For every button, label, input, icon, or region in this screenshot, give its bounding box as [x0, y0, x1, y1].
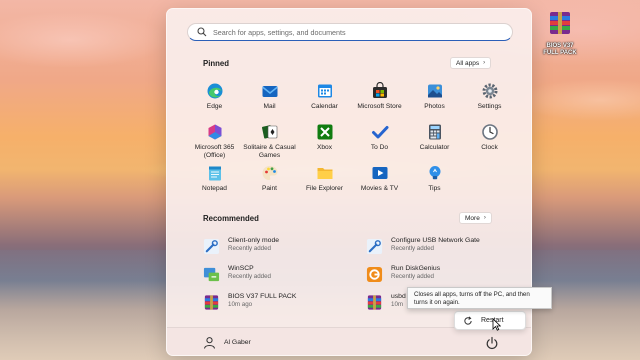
pinned-app-movies-tv[interactable]: Movies & TV: [352, 163, 407, 204]
recommended-item-name: usbd: [391, 293, 406, 300]
recommended-item[interactable]: WinSCP Recently added: [203, 265, 366, 293]
calculator-icon: [428, 124, 441, 140]
pinned-app-xbox[interactable]: Xbox: [297, 122, 352, 163]
start-menu-footer: Al Gaber: [167, 327, 531, 355]
power-icon[interactable]: [485, 336, 499, 350]
winrar-archive-icon: [204, 295, 219, 310]
app-label: Microsoft Store: [357, 103, 402, 110]
solitaire-icon: [261, 125, 277, 139]
pinned-title: Pinned: [203, 59, 229, 68]
pinned-app-edge[interactable]: Edge: [187, 81, 242, 122]
app-label: Calendar: [311, 103, 338, 110]
notepad-icon: [208, 166, 221, 181]
app-label: Microsoft 365 (Office): [194, 144, 235, 159]
recommended-item-name: WinSCP: [228, 265, 254, 272]
pinned-app-calendar[interactable]: Calendar: [297, 81, 352, 122]
recommended-item-sub: Recently added: [228, 245, 271, 252]
search-box[interactable]: [187, 23, 513, 41]
user-account-button[interactable]: Al Gaber: [203, 336, 251, 349]
recommended-item-sub: Recently added: [391, 245, 434, 252]
app-label: Calculator: [419, 144, 450, 151]
winscp-icon: [203, 267, 220, 282]
app-label: To Do: [370, 144, 389, 151]
desktop-icon-bios-pack[interactable]: BIOS V37 FULL PACK: [540, 10, 580, 57]
app-label: File Explorer: [305, 185, 343, 192]
folder-icon: [317, 168, 332, 179]
pinned-app-mail[interactable]: Mail: [242, 81, 297, 122]
lightbulb-icon: [429, 166, 440, 180]
store-icon: [372, 82, 387, 98]
recommended-title: Recommended: [203, 214, 259, 223]
app-label: Edge: [206, 103, 223, 110]
app-label: Movies & TV: [360, 185, 399, 192]
recommended-item[interactable]: Client-only mode Recently added: [203, 237, 366, 265]
diskgenius-icon: [366, 266, 383, 283]
calendar-icon: [317, 84, 332, 98]
more-label: More: [465, 214, 480, 222]
user-avatar-icon: [204, 337, 215, 349]
more-button[interactable]: More ›: [459, 212, 492, 224]
pinned-app-tips[interactable]: Tips: [407, 163, 462, 204]
recommended-item-name: BIOS V37 FULL PACK: [228, 293, 297, 300]
search-icon: [197, 27, 207, 37]
photos-icon: [427, 84, 442, 98]
recommended-item-sub: Recently added: [391, 273, 434, 280]
pinned-app-microsoft-store[interactable]: Microsoft Store: [352, 81, 407, 122]
recommended-item[interactable]: Configure USB Network Gate Recently adde…: [366, 237, 523, 265]
pinned-app-paint[interactable]: Paint: [242, 163, 297, 204]
pinned-app-file-explorer[interactable]: File Explorer: [297, 163, 352, 204]
winrar-archive-icon: [550, 12, 570, 34]
clock-icon: [481, 124, 498, 140]
settings-gear-icon: [482, 83, 497, 99]
restart-icon: [464, 315, 472, 325]
pinned-app-clock[interactable]: Clock: [462, 122, 517, 163]
chevron-right-icon: ›: [483, 215, 486, 221]
mouse-cursor-icon: [492, 318, 501, 331]
settings-tool-icon: [366, 238, 383, 255]
pinned-app-notepad[interactable]: Notepad: [187, 163, 242, 204]
search-input[interactable]: [213, 27, 493, 37]
app-label: Mail: [263, 103, 276, 110]
xbox-icon: [317, 124, 332, 140]
todo-check-icon: [371, 126, 388, 139]
recommended-item-name: Client-only mode: [228, 237, 279, 244]
all-apps-label: All apps: [456, 59, 480, 67]
user-name: Al Gaber: [224, 339, 251, 346]
pinned-app-solitaire[interactable]: Solitaire & Casual Games: [242, 122, 297, 163]
edge-icon: [207, 83, 222, 99]
recommended-item-name: Run DiskGenius: [391, 265, 441, 272]
mail-icon: [261, 86, 278, 97]
pinned-app-photos[interactable]: Photos: [407, 81, 462, 122]
office-icon: [208, 124, 221, 140]
recommended-item-sub: 10m: [391, 301, 404, 308]
recommended-item-name: Configure USB Network Gate: [391, 237, 480, 244]
app-label: Clock: [481, 144, 498, 151]
app-label: Tips: [428, 185, 441, 192]
pinned-apps-grid: Edge Mail Calendar Microsoft Store Photo…: [187, 81, 517, 204]
app-label: Notepad: [202, 185, 227, 192]
chevron-right-icon: ›: [483, 60, 486, 66]
movies-tv-icon: [372, 167, 387, 179]
restart-tooltip: Closes all apps, turns off the PC, and t…: [407, 287, 552, 309]
recommended-item[interactable]: BIOS V37 FULL PACK 10m ago: [203, 293, 366, 321]
app-label: Solitaire & Casual Games: [243, 144, 296, 159]
paint-palette-icon: [262, 166, 277, 180]
settings-tool-icon: [203, 238, 220, 255]
app-label: Settings: [477, 103, 502, 110]
app-label: Xbox: [316, 144, 333, 151]
all-apps-button[interactable]: All apps ›: [450, 57, 492, 69]
app-label: Photos: [424, 103, 445, 110]
recommended-item-sub: Recently added: [228, 273, 271, 280]
pinned-app-todo[interactable]: To Do: [352, 122, 407, 163]
pinned-app-office[interactable]: Microsoft 365 (Office): [187, 122, 242, 163]
desktop-icon-label: BIOS V37 FULL PACK: [543, 43, 577, 56]
app-label: Paint: [261, 185, 278, 192]
winrar-archive-icon: [367, 295, 382, 310]
restart-menu-item[interactable]: Restart: [454, 311, 526, 330]
pinned-app-settings[interactable]: Settings: [462, 81, 517, 122]
pinned-app-calculator[interactable]: Calculator: [407, 122, 462, 163]
recommended-item-sub: 10m ago: [228, 301, 253, 308]
